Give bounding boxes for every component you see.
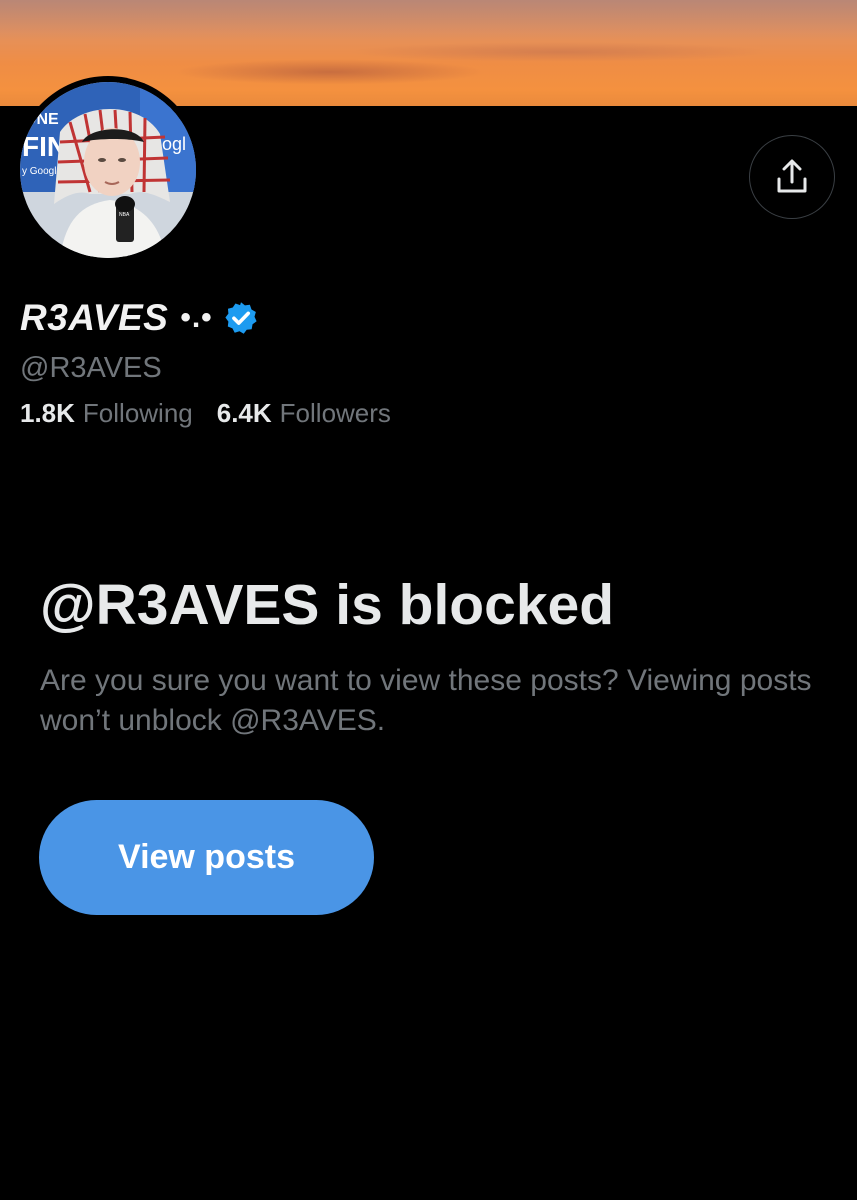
blocked-title: @R3AVES is blocked: [40, 573, 615, 637]
svg-text:NBA: NBA: [119, 212, 130, 218]
profile-handle: @R3AVES: [20, 352, 162, 384]
profile-stats: 1.8K Following 6.4K Followers: [20, 398, 415, 429]
share-button[interactable]: [749, 135, 835, 219]
followers-label: Followers: [279, 398, 391, 428]
verified-badge-icon[interactable]: [223, 300, 259, 336]
avatar-photo: ONE FINA y Google Pi ogl NBA: [20, 82, 196, 258]
followers-count: 6.4K: [216, 398, 272, 428]
view-posts-button[interactable]: View posts: [39, 800, 374, 915]
following-stat[interactable]: 1.8K Following: [20, 398, 193, 429]
blocked-description: Are you sure you want to view these post…: [40, 664, 812, 737]
avatar[interactable]: ONE FINA y Google Pi ogl NBA: [20, 82, 196, 258]
followers-stat[interactable]: 6.4K Followers: [217, 398, 391, 429]
avatar-text-right: ogl: [162, 134, 186, 154]
name-decoration: •.•: [180, 301, 213, 334]
following-count: 1.8K: [20, 398, 75, 428]
following-label: Following: [82, 398, 193, 428]
profile-name-row: R3AVES •.•: [20, 293, 259, 343]
share-icon: [777, 159, 807, 193]
display-name: R3AVES: [20, 297, 169, 338]
